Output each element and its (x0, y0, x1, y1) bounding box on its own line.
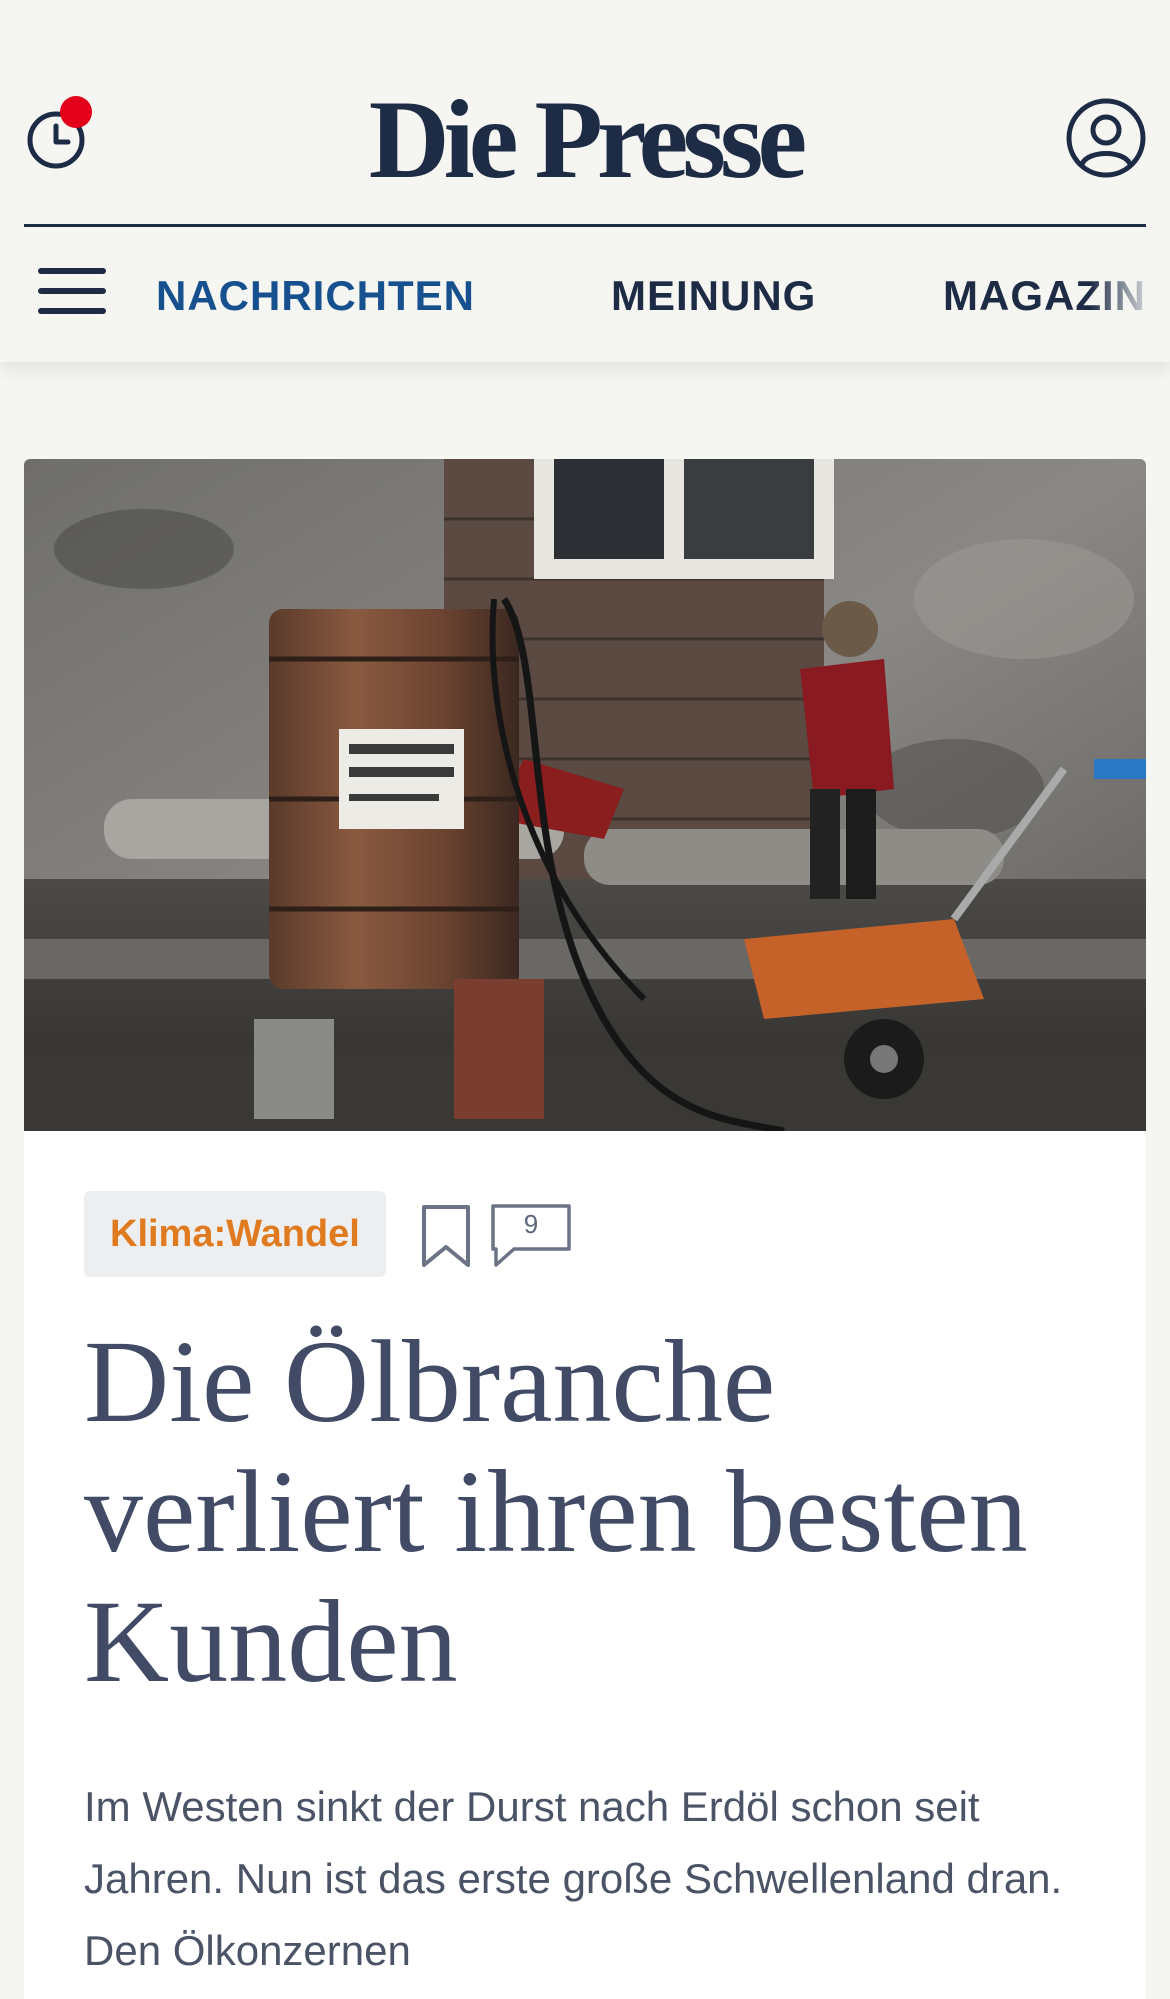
comment-count: 9 (523, 1209, 539, 1239)
article-image[interactable] (24, 459, 1146, 1131)
main-nav: NACHRICHTEN MEINUNG MAGAZIN (0, 270, 1170, 322)
article-teaser[interactable]: Klima:Wandel 9 Die Ölbranche verliert ih… (24, 459, 1146, 1999)
profile-button[interactable] (1064, 96, 1148, 180)
header-divider (24, 224, 1146, 227)
article-headline[interactable]: Die Ölbranche verliert ihren besten Kund… (84, 1317, 1084, 1707)
site-header: Die Presse NACHRICHTEN MEINUNG MAGAZIN (0, 0, 1170, 362)
category-tag[interactable]: Klima:Wandel (84, 1191, 386, 1277)
bookmark-icon[interactable] (420, 1203, 472, 1269)
nav-item-nachrichten[interactable]: NACHRICHTEN (156, 270, 475, 322)
comments-button[interactable]: 9 (490, 1203, 572, 1269)
nav-fade (1090, 270, 1170, 322)
site-logo[interactable]: Die Presse (0, 78, 1170, 202)
article-lead: Im Westen sinkt der Durst nach Erdöl sch… (84, 1783, 1063, 1974)
nav-item-meinung[interactable]: MEINUNG (611, 270, 816, 322)
user-circle-icon (1066, 98, 1146, 178)
